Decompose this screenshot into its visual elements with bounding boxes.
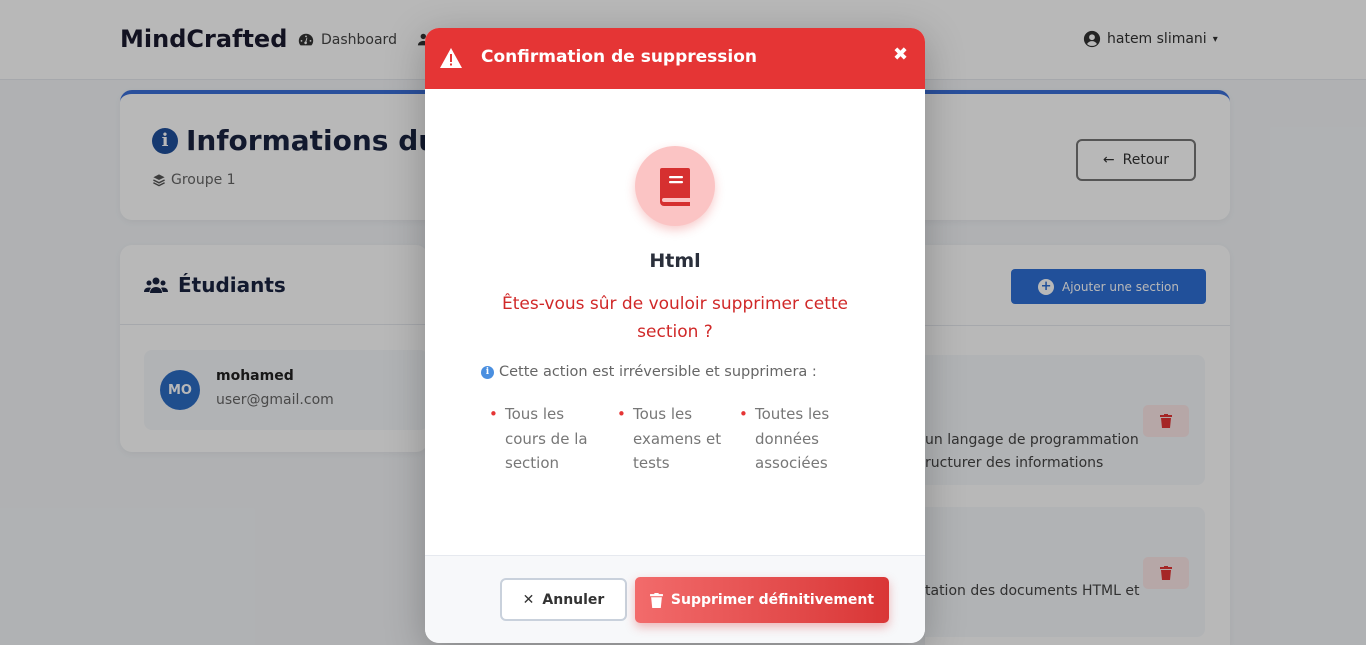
- warning-icon: [440, 48, 462, 68]
- consequence-line: associées: [755, 454, 828, 472]
- bullet-icon: •: [489, 405, 498, 423]
- confirm-delete-label: Supprimer définitivement: [670, 592, 875, 608]
- consequence-line: Tous les: [505, 405, 565, 423]
- consequence-line: données: [755, 429, 819, 448]
- modal-title: Confirmation de suppression: [481, 47, 758, 67]
- cancel-button[interactable]: ✕ Annuler: [500, 578, 627, 621]
- bullet-icon: •: [617, 405, 626, 423]
- consequence-line: tests: [633, 454, 670, 472]
- consequence-item: • Tous les cours de la section: [489, 402, 588, 476]
- consequence-line: Tous les: [633, 405, 693, 423]
- irreversible-note-text: Cette action est irréversible et supprim…: [499, 364, 817, 380]
- book-icon: [660, 168, 690, 206]
- trash-icon: [649, 592, 663, 608]
- modal-header: Confirmation de suppression ✖: [425, 28, 925, 89]
- close-icon: ✕: [522, 591, 535, 608]
- cancel-button-label: Annuler: [542, 591, 605, 608]
- book-icon-badge: [635, 146, 715, 226]
- delete-confirmation-modal: Confirmation de suppression ✖ Html Êtes-…: [425, 28, 925, 643]
- irreversible-note: i Cette action est irréversible et suppr…: [481, 364, 817, 380]
- modal-footer: ✕ Annuler Supprimer définitivement: [425, 555, 925, 643]
- section-name: Html: [649, 250, 701, 272]
- close-icon[interactable]: ✖: [893, 44, 908, 65]
- consequence-line: cours de la: [505, 429, 588, 448]
- confirmation-question: Êtes-vous sûr de vouloir supprimer cette…: [502, 294, 848, 342]
- consequence-item: • Tous les examens et tests: [617, 402, 722, 476]
- consequence-line: Toutes les: [755, 405, 830, 423]
- consequence-line: examens et: [633, 429, 722, 448]
- consequence-line: section: [505, 454, 560, 472]
- confirm-delete-button[interactable]: Supprimer définitivement: [635, 577, 889, 623]
- info-icon: i: [481, 365, 494, 379]
- consequence-item: • Toutes les données associées: [739, 402, 830, 476]
- bullet-icon: •: [739, 405, 748, 423]
